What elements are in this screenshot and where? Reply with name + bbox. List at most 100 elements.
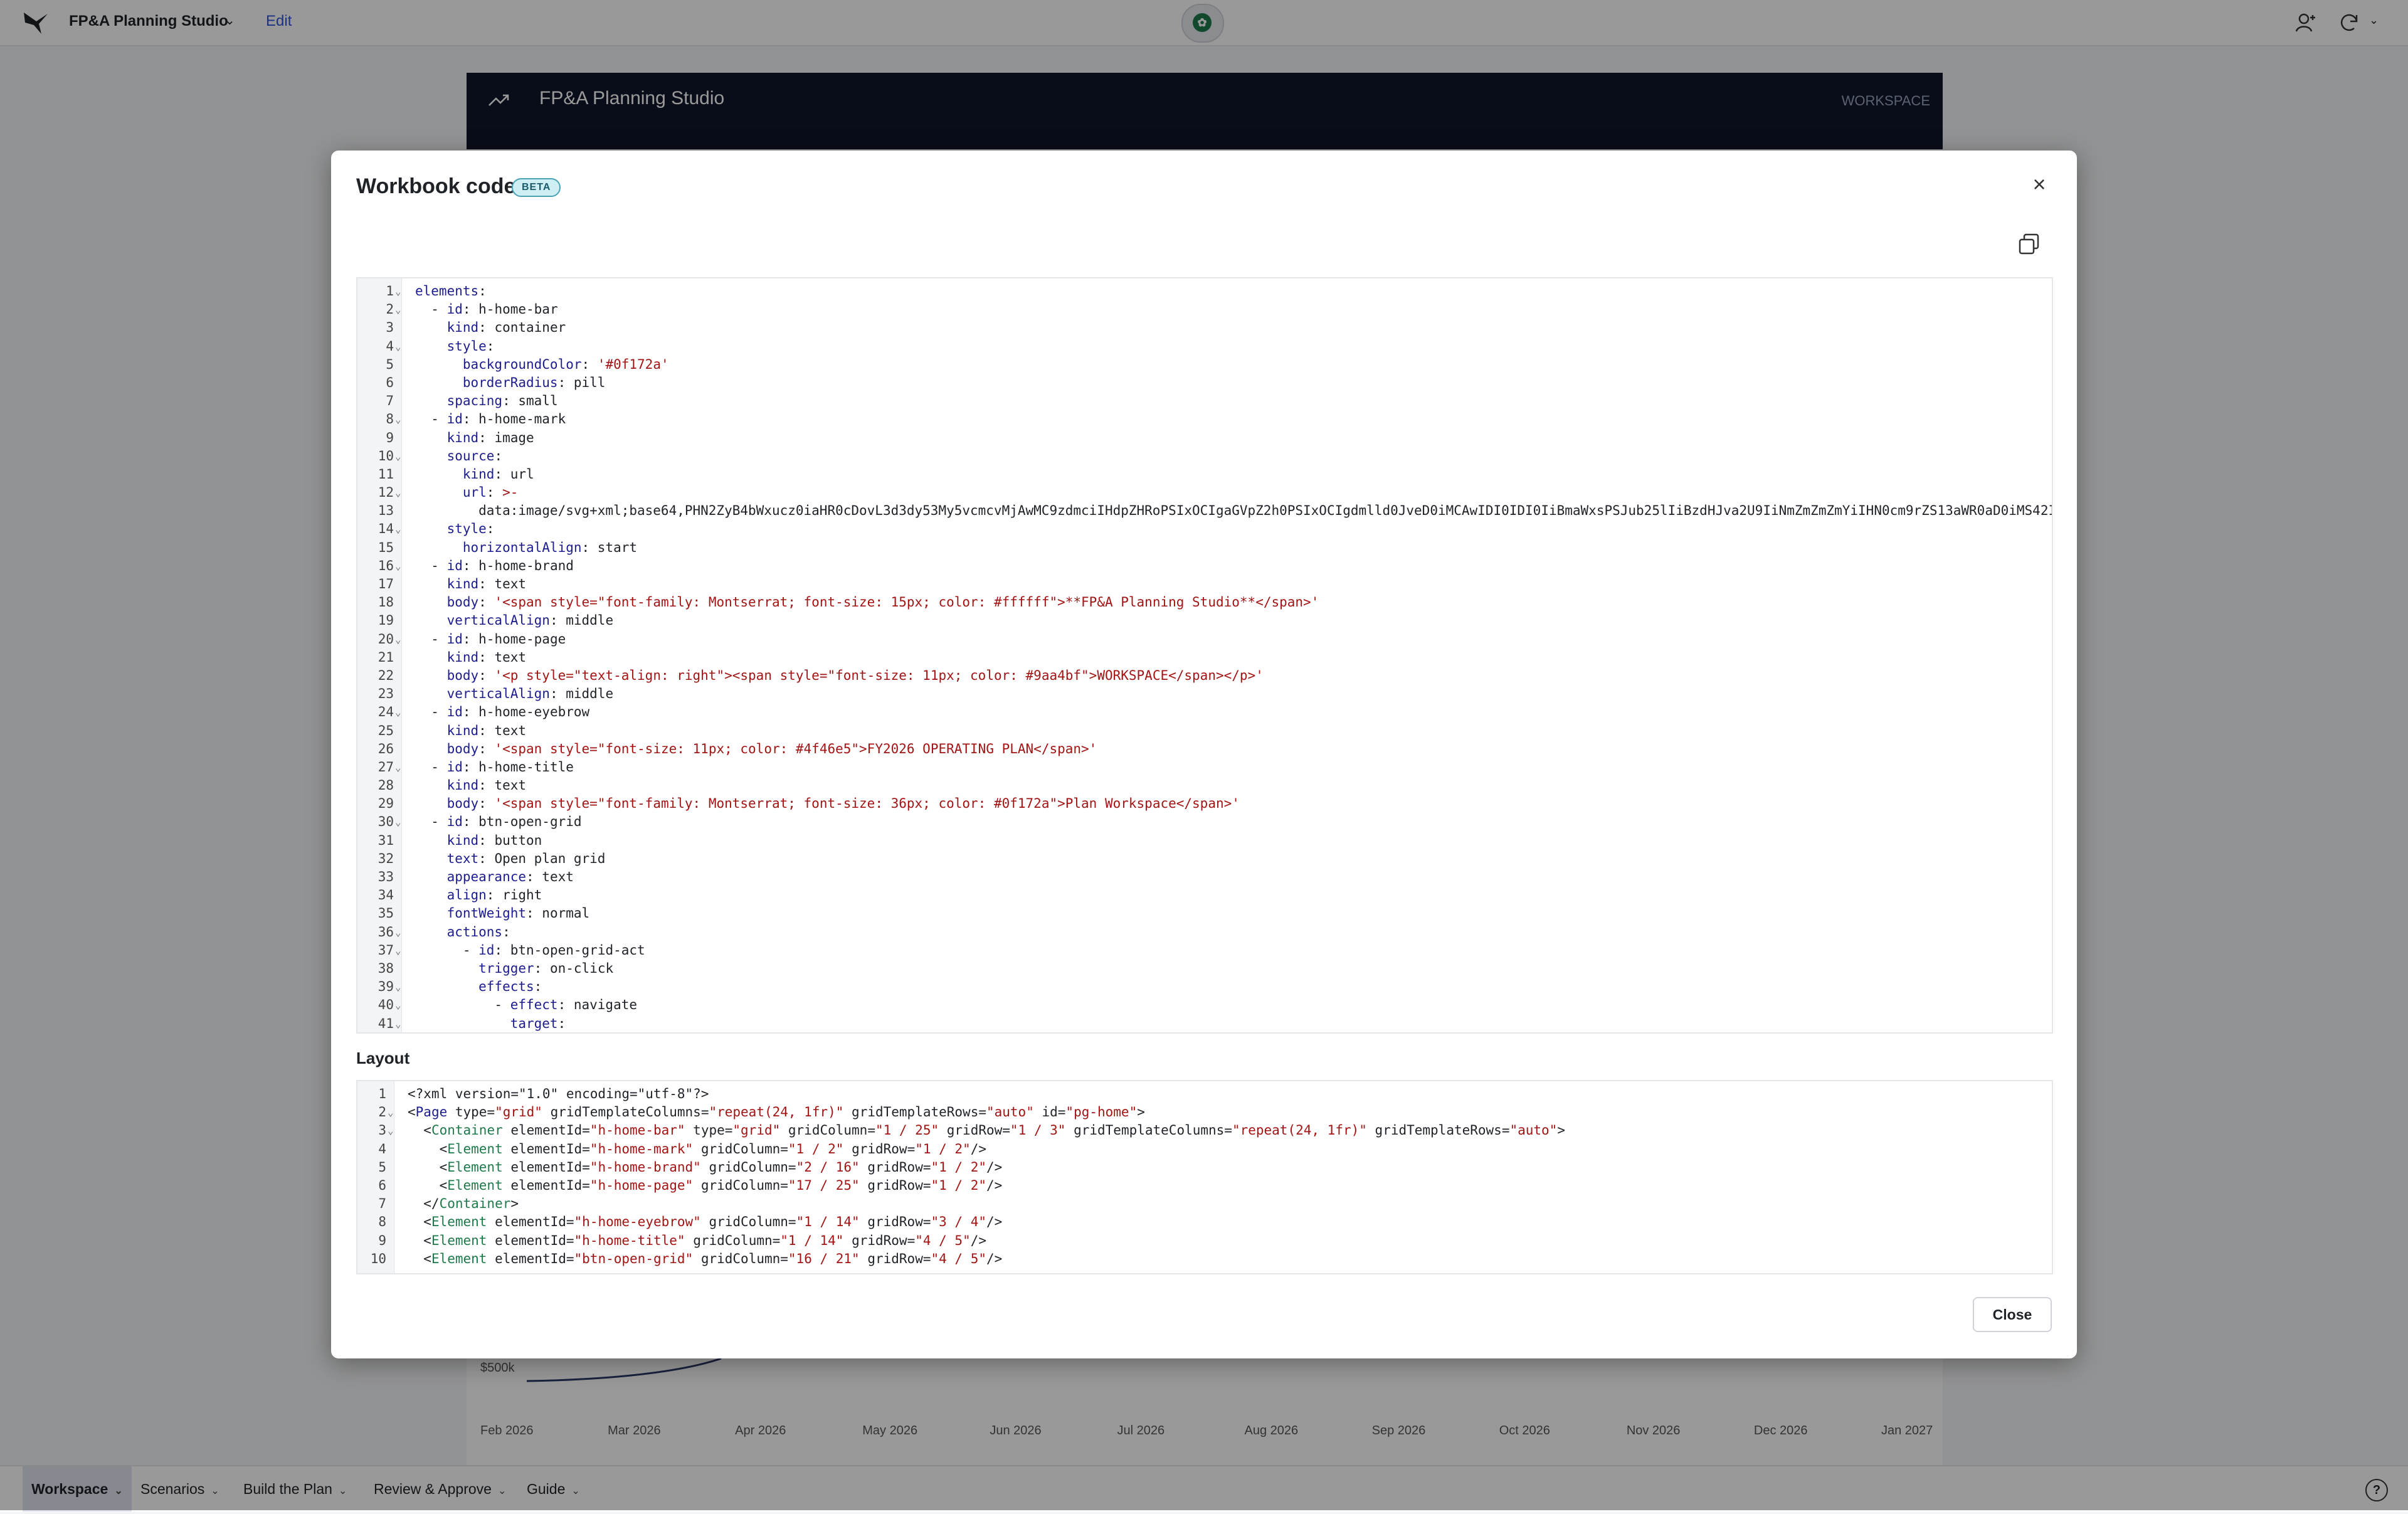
fold-chevron-icon[interactable]: ⌄ (395, 410, 401, 428)
code-text: body: '<span style="font-family: Montser… (415, 795, 1240, 813)
code-token: trigger (478, 960, 534, 976)
fold-chevron-icon[interactable]: ⌄ (395, 978, 401, 996)
code-line: 8 ⌄ - id: h-home-mark (357, 410, 2052, 428)
code-line: 41 ⌄ target: (357, 1015, 2052, 1033)
code-token: effects (478, 979, 534, 995)
code-token: id (446, 302, 463, 317)
line-number: 2 (378, 1104, 386, 1120)
code-token: : btn-open-grid (462, 814, 582, 830)
line-number: 13 (378, 503, 394, 519)
copy-icon[interactable] (2017, 232, 2042, 257)
code-token: : pill (557, 374, 606, 390)
code-token: "pg-home" (1065, 1104, 1138, 1120)
code-token: <?xml version="1.0" encoding="utf-8"?> (408, 1086, 709, 1101)
code-token: "auto" (986, 1104, 1034, 1120)
code-token: - (415, 631, 447, 647)
code-token: gridTemplateColumns= (1065, 1123, 1232, 1138)
code-text: - id: h-home-eyebrow (415, 703, 589, 721)
line-number: 27 (378, 759, 394, 775)
code-line: 32 text: Open plan grid (357, 850, 2052, 868)
code-line: 4 <Element elementId="h-home-mark" gridC… (357, 1140, 2052, 1158)
fold-chevron-icon[interactable]: ⌄ (388, 1103, 394, 1121)
line-number: 37 (378, 942, 394, 958)
code-text: <?xml version="1.0" encoding="utf-8"?> (408, 1085, 709, 1103)
fold-chevron-icon[interactable]: ⌄ (395, 337, 401, 356)
line-number: 41 (378, 1015, 394, 1031)
code-token: borderRadius (462, 374, 558, 390)
code-token: id (478, 942, 495, 958)
fold-chevron-icon[interactable]: ⌄ (395, 941, 401, 960)
code-token: gridTemplateRows= (843, 1104, 986, 1120)
code-token: gridRow= (843, 1141, 916, 1157)
line-number: 33 (378, 869, 394, 884)
fold-chevron-icon[interactable]: ⌄ (388, 1121, 394, 1140)
code-token: body (446, 595, 479, 610)
code-token: '<span style="font-size: 11px; color: #4… (494, 741, 1097, 756)
fold-chevron-icon[interactable]: ⌄ (395, 484, 401, 502)
fold-chevron-icon[interactable]: ⌄ (395, 996, 401, 1014)
code-token: gridColumn= (780, 1123, 875, 1138)
close-button[interactable]: Close (1973, 1297, 2052, 1332)
fold-chevron-icon[interactable]: ⌄ (395, 923, 401, 941)
fold-chevron-icon[interactable]: ⌄ (395, 630, 401, 648)
code-token: /> (970, 1141, 987, 1157)
fold-chevron-icon[interactable]: ⌄ (395, 520, 401, 538)
code-token: gridTemplateRows= (1366, 1123, 1510, 1138)
code-line: 4 ⌄ style: (357, 337, 2052, 356)
code-token: body (446, 667, 479, 683)
code-line: 35 fontWeight: normal (357, 904, 2052, 923)
code-text: <Element elementId="h-home-eyebrow" grid… (408, 1213, 1002, 1231)
fold-chevron-icon[interactable]: ⌄ (395, 1015, 401, 1033)
fold-chevron-icon[interactable]: ⌄ (395, 557, 401, 575)
code-token: kind (462, 466, 495, 482)
line-number: 21 (378, 649, 394, 665)
code-lines: 1 ⌄ elements: 2 ⌄ - id: h-home-bar 3 kind: co… (357, 282, 2052, 1033)
code-text: elements: (415, 282, 487, 300)
code-text: - id: h-home-mark (415, 410, 566, 428)
code-token: elements (415, 283, 479, 299)
code-line: 34 align: right (357, 886, 2052, 904)
code-token: > (1557, 1123, 1565, 1138)
fold-chevron-icon[interactable]: ⌄ (395, 300, 401, 319)
code-token: id (446, 814, 463, 830)
code-text: horizontalAlign: start (415, 539, 637, 557)
code-token: < (408, 1159, 448, 1175)
code-token: id= (1033, 1104, 1066, 1120)
code-line: 24 ⌄ - id: h-home-eyebrow (357, 703, 2052, 721)
code-text: <Page type="grid" gridTemplateColumns="r… (408, 1103, 1145, 1121)
code-token: : (478, 796, 495, 812)
code-line: 33 appearance: text (357, 868, 2052, 886)
code-token: : text (478, 778, 527, 793)
line-number: 17 (378, 576, 394, 591)
fold-chevron-icon[interactable]: ⌄ (395, 282, 401, 300)
code-token: : (478, 595, 495, 610)
code-token: /> (986, 1177, 1003, 1193)
code-token: "h-home-page" (589, 1177, 694, 1193)
line-number: 9 (386, 430, 394, 445)
code-line: 40 ⌄ - effect: navigate (357, 996, 2052, 1014)
code-token: < (408, 1232, 431, 1248)
close-icon[interactable]: × (2027, 172, 2052, 197)
code-text: kind: url (415, 465, 534, 484)
fold-chevron-icon[interactable]: ⌄ (395, 758, 401, 776)
code-token: "1 / 25" (875, 1123, 939, 1138)
code-token: > (510, 1196, 519, 1212)
code-token: "2 / 16" (796, 1159, 860, 1175)
fold-chevron-icon[interactable]: ⌄ (395, 703, 401, 721)
layout-code-editor[interactable]: 1 <?xml version="1.0" encoding="utf-8"?> 2… (356, 1080, 2053, 1274)
line-number: 30 (378, 814, 394, 830)
fold-chevron-icon[interactable]: ⌄ (395, 813, 401, 831)
code-token: gridRow= (843, 1232, 916, 1248)
code-text: body: '<span style="font-size: 11px; col… (415, 740, 1097, 758)
code-text: - id: h-home-bar (415, 300, 557, 319)
code-token: gridRow= (859, 1251, 931, 1266)
fold-chevron-icon[interactable]: ⌄ (395, 447, 401, 465)
yaml-code-editor[interactable]: 1 ⌄ elements: 2 ⌄ - id: h-home-bar 3 kind: co… (356, 277, 2053, 1034)
code-token: : (534, 979, 542, 995)
code-token: Element (447, 1141, 503, 1157)
line-number: 18 (378, 595, 394, 610)
